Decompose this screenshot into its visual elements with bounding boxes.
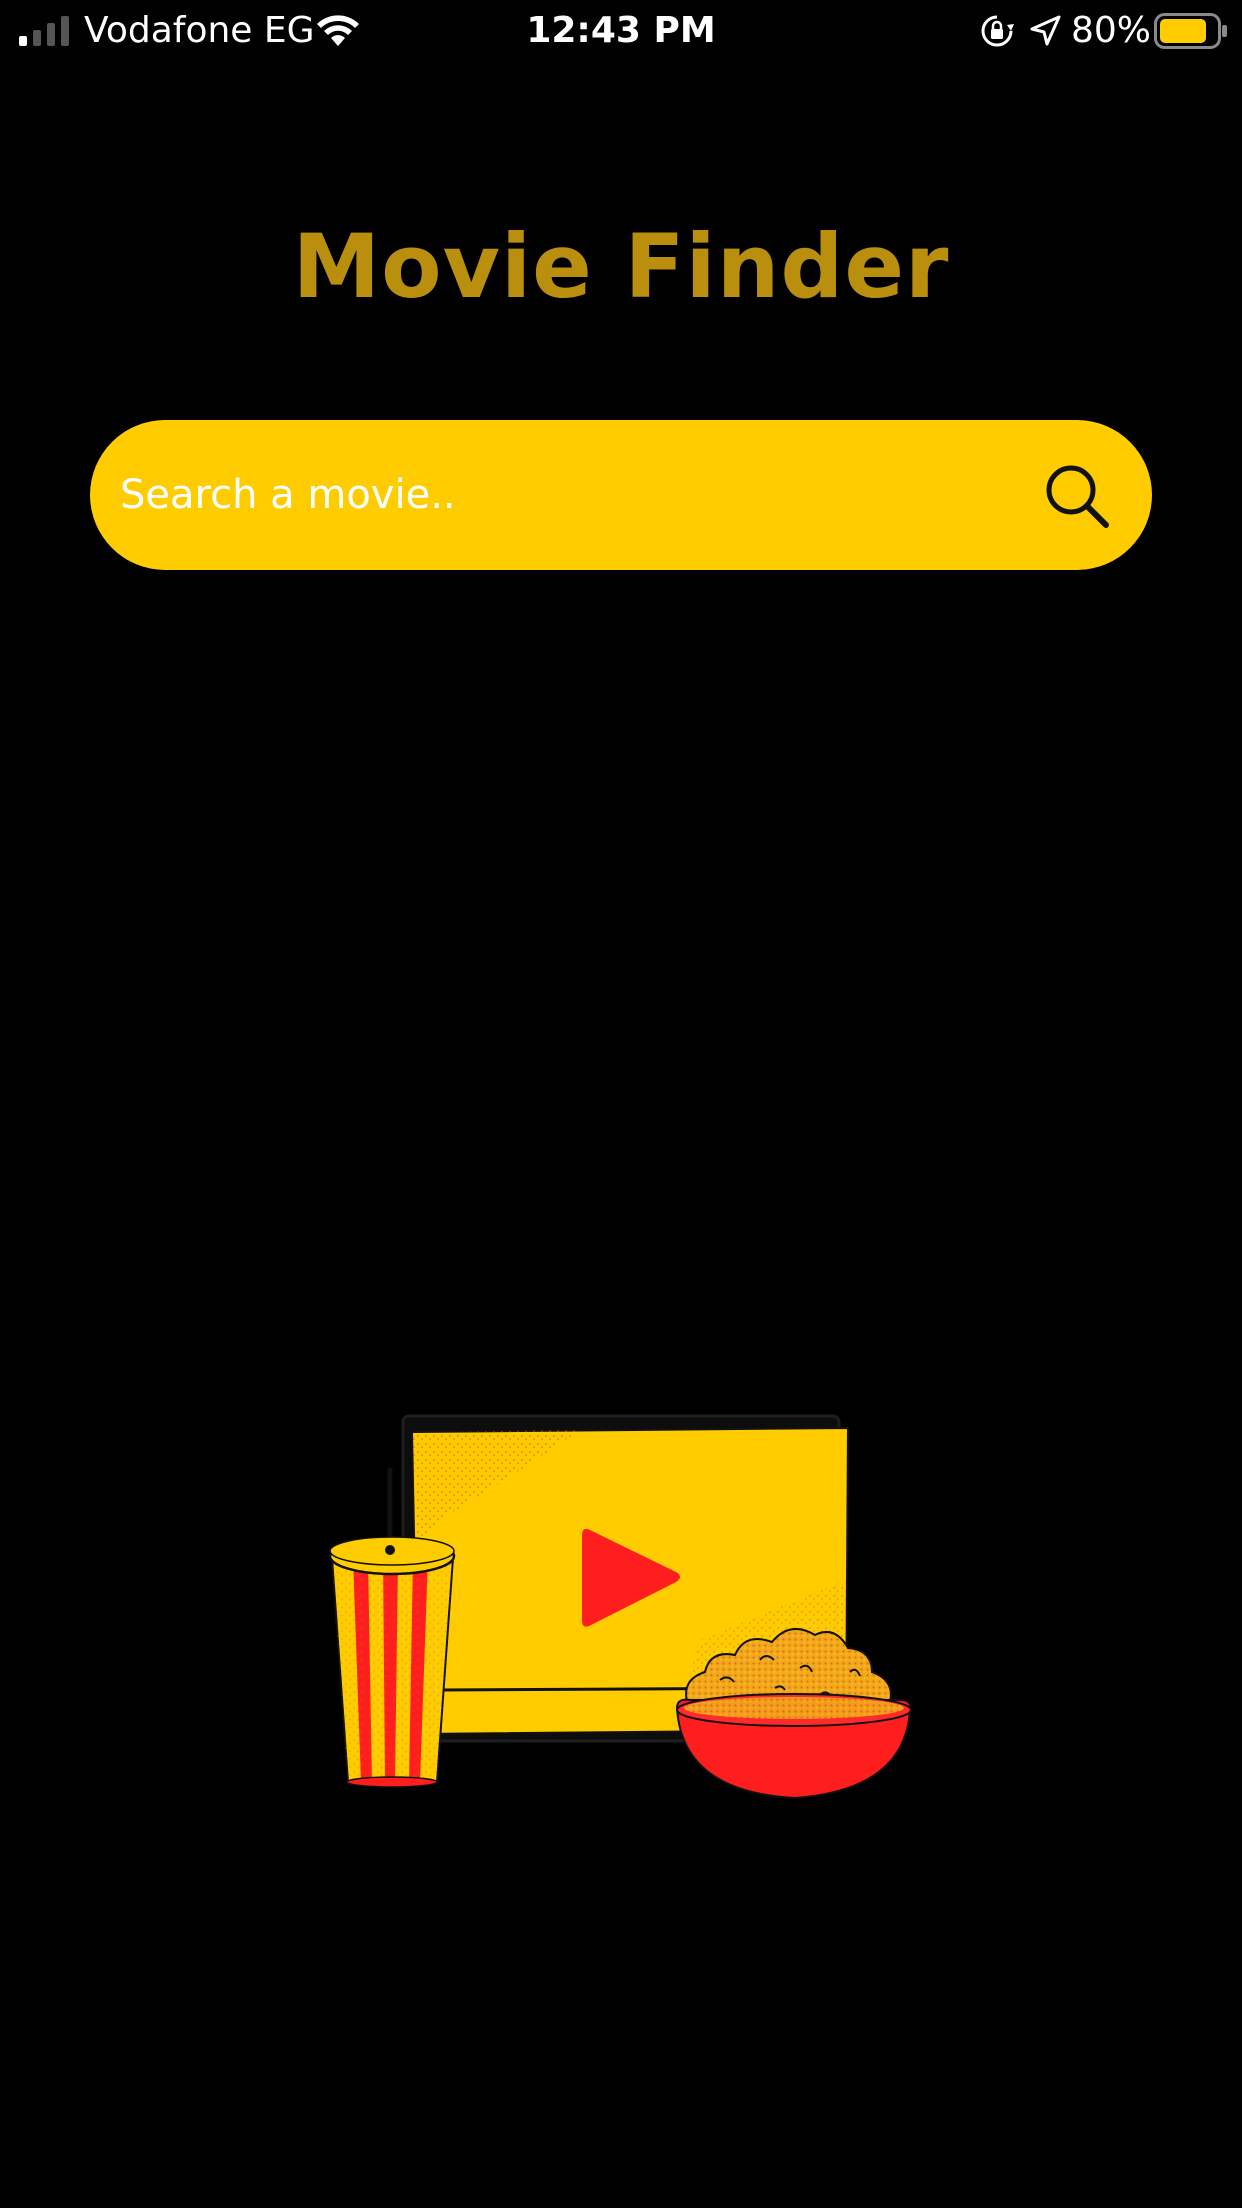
search-icon[interactable] bbox=[1042, 461, 1112, 531]
page-title: Movie Finder bbox=[292, 215, 950, 318]
rotation-lock-icon bbox=[981, 15, 1014, 47]
battery-percent: 80% bbox=[1071, 10, 1152, 51]
search-bar[interactable] bbox=[90, 420, 1152, 570]
movie-snacks-illustration bbox=[328, 1414, 912, 1800]
location-arrow-icon bbox=[1030, 15, 1061, 46]
status-bar: Vodafone EG 12:43 PM 80% bbox=[0, 0, 1242, 62]
search-input[interactable] bbox=[120, 420, 1020, 570]
battery-icon bbox=[1154, 13, 1227, 49]
